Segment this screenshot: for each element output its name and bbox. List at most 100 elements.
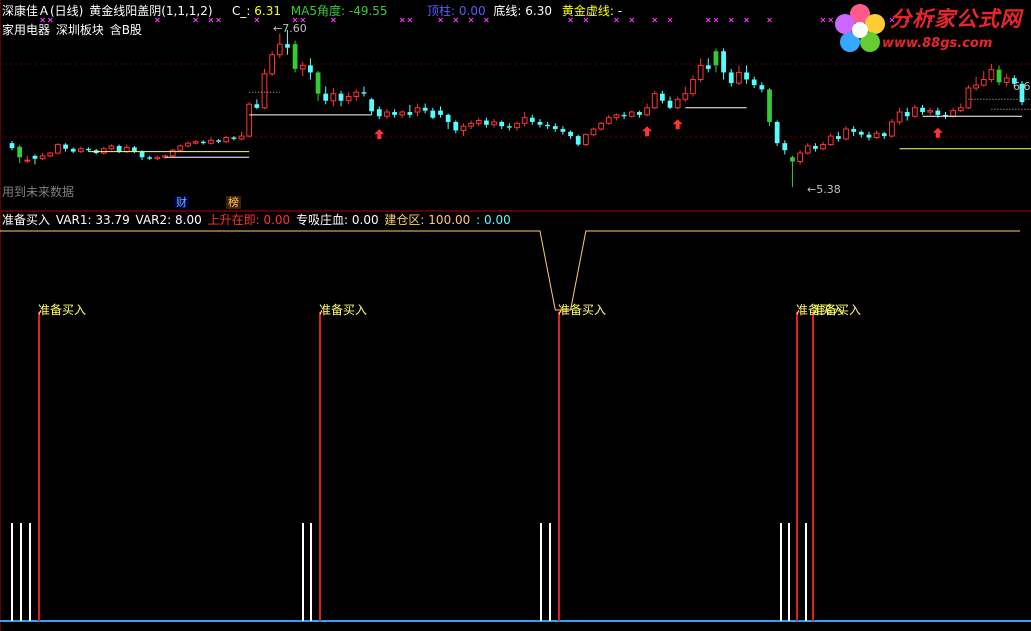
candle-body xyxy=(827,135,834,146)
candle-body xyxy=(988,69,995,81)
candle-body xyxy=(751,79,757,86)
candle-body xyxy=(392,112,397,115)
shangsheng-value: 0.00 xyxy=(263,213,291,227)
candle-body xyxy=(521,117,528,124)
jiancang-label: 建仓区: xyxy=(384,213,425,227)
buy-arrow-icon xyxy=(374,129,385,140)
candle-body xyxy=(690,79,696,95)
candle-body xyxy=(721,51,726,73)
candle-body xyxy=(453,121,459,131)
lower-header: 准备买入 VAR1: 33.79 VAR2: 8.00 上升在即: 0.00 专… xyxy=(2,213,511,227)
chart-canvas[interactable] xyxy=(0,0,1031,631)
buy-arrow-icon xyxy=(642,126,653,137)
signal-label: 准备买入 xyxy=(813,303,862,317)
candle-body xyxy=(529,117,535,122)
candle-body xyxy=(422,107,428,111)
candle-body xyxy=(713,51,719,66)
jiancang-line xyxy=(0,230,1020,311)
candle-body xyxy=(705,65,711,69)
future-data-note: 用到未来数据 xyxy=(2,185,75,199)
candle-body xyxy=(384,111,390,117)
candle-body xyxy=(86,148,91,151)
zhunbei-label: 准备买入 xyxy=(2,213,51,227)
var2-label: VAR2: xyxy=(135,213,172,227)
signal-label: 准备买入 xyxy=(38,303,87,317)
candle-body xyxy=(804,145,811,154)
candle-body xyxy=(414,107,421,113)
candle-body xyxy=(575,136,581,145)
candle-body xyxy=(912,107,918,117)
candle-body xyxy=(628,111,635,117)
buy-arrow-icon xyxy=(672,119,683,130)
candle-body xyxy=(55,144,61,154)
candle-body xyxy=(820,144,826,150)
candle-body xyxy=(499,121,505,127)
candle-body xyxy=(475,120,482,124)
var2-value: 8.00 xyxy=(175,213,202,227)
candle-body xyxy=(767,89,772,122)
candle-body xyxy=(177,145,184,151)
candle-body xyxy=(376,109,382,117)
candle-body xyxy=(873,132,880,138)
zhuanxi-label: 专吸庄血: xyxy=(296,213,349,227)
watermark: 分析家公式网 www.88gs.com xyxy=(832,2,1028,60)
candle-body xyxy=(1003,77,1010,83)
candle-body xyxy=(308,65,313,73)
candle-body xyxy=(254,104,260,108)
candle-body xyxy=(430,110,436,118)
candle-body xyxy=(285,44,290,48)
candle-body xyxy=(965,87,972,109)
candle-body xyxy=(330,93,337,102)
candle-body xyxy=(200,141,206,144)
price-low-label: ←5.38 xyxy=(807,183,841,196)
candle-body xyxy=(744,72,749,80)
candle-body xyxy=(299,64,306,70)
candle-body xyxy=(537,121,543,125)
candle-body xyxy=(797,152,803,163)
candle-body xyxy=(682,93,689,100)
candle-body xyxy=(728,72,734,84)
candle-body xyxy=(238,135,245,140)
candle-body xyxy=(790,157,795,162)
candle-body xyxy=(345,95,352,102)
candle-body xyxy=(147,157,153,159)
candle-body xyxy=(369,99,374,112)
candle-body xyxy=(843,128,849,140)
candle-body xyxy=(70,148,76,152)
candle-body xyxy=(338,93,344,101)
candle-body xyxy=(674,98,681,109)
candle-body xyxy=(139,151,145,158)
candle-body xyxy=(996,69,1002,83)
buy-arrow-icon xyxy=(932,127,943,138)
candle-body xyxy=(759,85,765,90)
candle-body xyxy=(980,79,987,86)
candle-body xyxy=(484,120,489,125)
candle-body xyxy=(651,93,658,109)
candle-body xyxy=(866,134,872,138)
candle-body xyxy=(132,147,137,152)
candle-body xyxy=(491,121,497,126)
candle-body xyxy=(568,131,573,137)
candle-body xyxy=(231,137,237,139)
watermark-title: 分析家公式网 xyxy=(890,7,1022,31)
badge-cai[interactable]: 财 xyxy=(174,196,189,209)
candle-body xyxy=(407,112,413,115)
shangsheng-label: 上升在即: xyxy=(207,213,260,227)
candle-body xyxy=(468,122,474,127)
candle-body xyxy=(605,117,612,124)
candle-body xyxy=(560,129,566,132)
var1-value: 33.79 xyxy=(95,213,130,227)
badge-bang[interactable]: 榜 xyxy=(226,196,241,209)
chart-grid xyxy=(0,0,1031,631)
candle-body xyxy=(169,149,176,157)
candle-body xyxy=(315,72,321,94)
candle-body xyxy=(246,103,253,137)
candle-body xyxy=(77,148,84,153)
candle-body xyxy=(950,110,957,117)
candle-body xyxy=(774,121,780,144)
candle-body xyxy=(889,121,895,137)
candle-body xyxy=(116,145,122,152)
candle-body xyxy=(269,54,276,75)
candle-body xyxy=(276,43,283,56)
signal-label: 准备买入 xyxy=(319,303,368,317)
